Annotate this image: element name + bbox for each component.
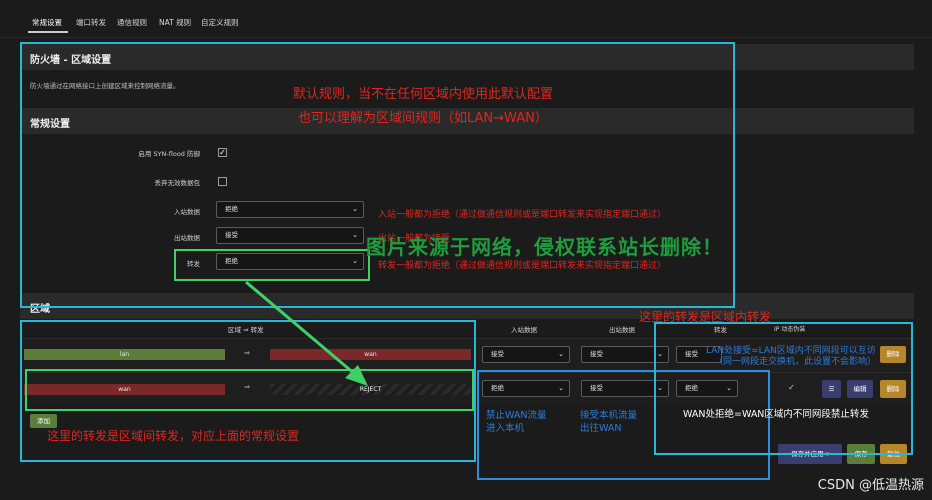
annotation-inner-forward: 这里的转发是区域内转发 [639,310,772,324]
annotation-default-rule-1: 默认规则，当不在任何区域内使用此默认配置 [293,87,554,102]
csdn-watermark: CSDN @低温热源 [817,478,924,493]
annotation-block-wan-in-2: 进入本机 [486,423,525,434]
annotation-accept-out-1: 接受本机流量 [580,410,638,421]
center-watermark: 图片来源于网络，侵权联系站长删除！ [366,235,723,259]
annotation-wan-reject: WAN处拒绝=WAN区域内不同网段禁止转发 [683,409,869,420]
annotation-inter-forward: 这里的转发是区域间转发，对应上面的常规设置 [47,429,300,443]
annotation-block-wan-in-1: 禁止WAN流量 [486,410,547,421]
annotation-lan-accept-2: （同一网段走交换机，此设置不会影响） [714,357,877,367]
annotation-accept-out-2: 出往WAN [580,423,622,434]
annotation-input-note: 入站一般都为拒绝（通过做通信规则或是端口转发来实现指定端口通过） [378,210,667,220]
annotation-default-rule-2: 也可以理解为区域间规则（如LAN→WAN） [298,111,548,126]
